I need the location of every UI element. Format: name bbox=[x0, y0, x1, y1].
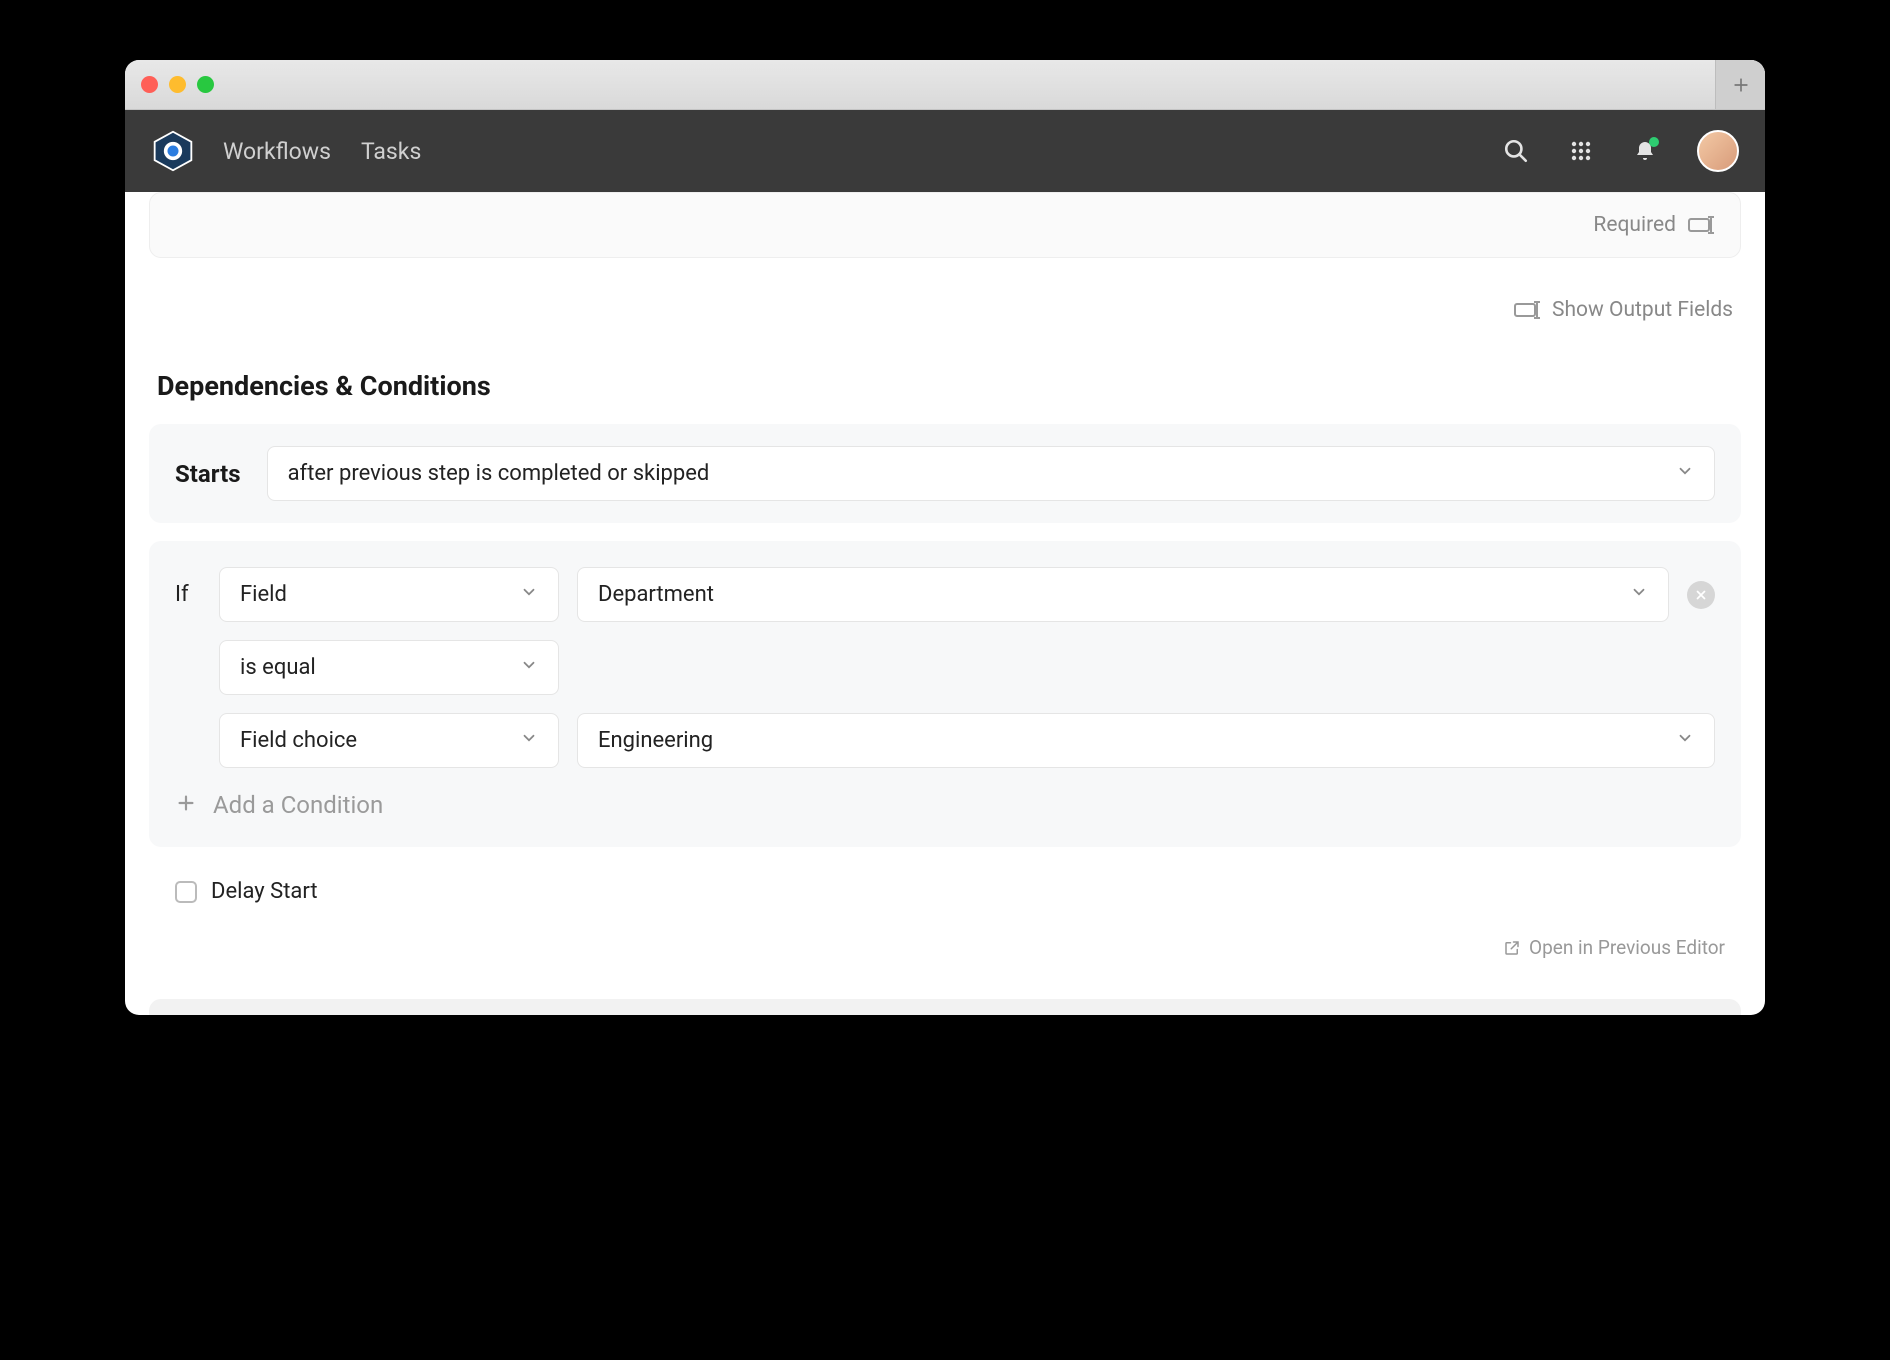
notification-badge bbox=[1649, 137, 1659, 147]
field-card-top: Required bbox=[149, 192, 1741, 258]
condition-value-row: Field choice Engineering bbox=[219, 713, 1715, 768]
cond-valtype-value: Field choice bbox=[240, 728, 357, 753]
cond-valtype-select[interactable]: Field choice bbox=[219, 713, 559, 768]
apps-grid-icon bbox=[1569, 139, 1593, 163]
window-controls bbox=[141, 76, 214, 93]
nav-workflows[interactable]: Workflows bbox=[223, 138, 331, 165]
page-content: Required Show Output Fields Dependencies… bbox=[125, 192, 1765, 999]
add-condition-label: Add a Condition bbox=[213, 791, 383, 819]
delay-start-checkbox[interactable] bbox=[175, 881, 197, 903]
open-prev-label: Open in Previous Editor bbox=[1529, 936, 1725, 959]
header-actions bbox=[1503, 130, 1739, 172]
titlebar bbox=[125, 60, 1765, 110]
close-window-button[interactable] bbox=[141, 76, 158, 93]
cond-value: Engineering bbox=[598, 728, 713, 753]
apps-button[interactable] bbox=[1569, 139, 1593, 163]
external-link-icon bbox=[1503, 939, 1521, 957]
input-field-icon[interactable] bbox=[1688, 214, 1716, 236]
open-previous-editor-link[interactable]: Open in Previous Editor bbox=[149, 914, 1741, 975]
cond-value-select[interactable]: Engineering bbox=[577, 713, 1715, 768]
required-label: Required bbox=[1593, 213, 1676, 237]
close-icon bbox=[1694, 588, 1708, 602]
notifications-button[interactable] bbox=[1633, 139, 1657, 163]
remove-condition-button[interactable] bbox=[1687, 581, 1715, 609]
app-logo[interactable] bbox=[151, 129, 195, 173]
main-nav: Workflows Tasks bbox=[223, 138, 421, 165]
hex-logo-icon bbox=[151, 129, 195, 173]
app-window: Workflows Tasks Required bbox=[125, 60, 1765, 1015]
chevron-down-icon bbox=[520, 655, 538, 680]
cond-field-value: Department bbox=[598, 582, 714, 607]
starts-value: after previous step is completed or skip… bbox=[288, 461, 710, 486]
next-panel-peek bbox=[149, 999, 1741, 1015]
maximize-window-button[interactable] bbox=[197, 76, 214, 93]
chevron-down-icon bbox=[1676, 461, 1694, 486]
starts-label: Starts bbox=[175, 460, 241, 488]
cond-op-select[interactable]: is equal bbox=[219, 640, 559, 695]
starts-select[interactable]: after previous step is completed or skip… bbox=[267, 446, 1715, 501]
search-button[interactable] bbox=[1503, 138, 1529, 164]
show-output-fields-button[interactable]: Show Output Fields bbox=[149, 270, 1741, 362]
cond-type-select[interactable]: Field bbox=[219, 567, 559, 622]
cond-field-select[interactable]: Department bbox=[577, 567, 1669, 622]
delay-start-row: Delay Start bbox=[149, 847, 1741, 914]
section-title: Dependencies & Conditions bbox=[149, 362, 1741, 424]
add-condition-button[interactable]: Add a Condition bbox=[175, 788, 1715, 821]
plus-icon bbox=[175, 788, 197, 821]
show-output-label: Show Output Fields bbox=[1552, 298, 1733, 322]
cond-type-value: Field bbox=[240, 582, 287, 607]
nav-tasks[interactable]: Tasks bbox=[361, 138, 421, 165]
chevron-down-icon bbox=[1676, 728, 1694, 753]
chevron-down-icon bbox=[520, 582, 538, 607]
app-header: Workflows Tasks bbox=[125, 110, 1765, 192]
conditions-card: If Field Department is equal bbox=[149, 541, 1741, 847]
minimize-window-button[interactable] bbox=[169, 76, 186, 93]
cond-op-value: is equal bbox=[240, 655, 316, 680]
condition-row-1: If Field Department bbox=[175, 567, 1715, 622]
search-icon bbox=[1503, 138, 1529, 164]
plus-icon bbox=[1731, 75, 1751, 95]
chevron-down-icon bbox=[520, 728, 538, 753]
chevron-down-icon bbox=[1630, 582, 1648, 607]
output-field-icon bbox=[1514, 299, 1542, 321]
starts-card: Starts after previous step is completed … bbox=[149, 424, 1741, 523]
if-label: If bbox=[175, 582, 201, 607]
user-avatar[interactable] bbox=[1697, 130, 1739, 172]
condition-op-row: is equal bbox=[219, 640, 1715, 695]
new-tab-button[interactable] bbox=[1715, 60, 1765, 109]
delay-start-label: Delay Start bbox=[211, 879, 318, 904]
